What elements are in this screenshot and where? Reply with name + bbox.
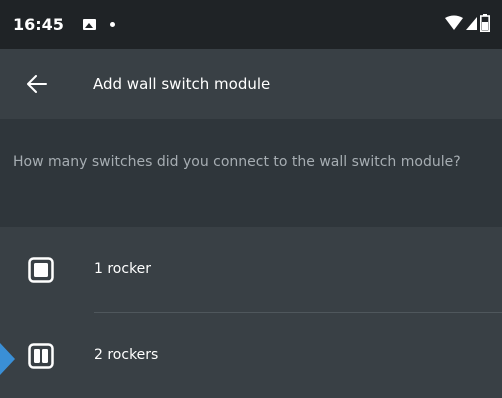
option-label: 1 rocker xyxy=(94,261,152,277)
option-2-rockers[interactable]: 2 rockers xyxy=(0,313,502,397)
option-label: 2 rockers xyxy=(94,347,159,363)
single-rocker-icon xyxy=(28,257,54,283)
image-notification-icon xyxy=(83,19,96,30)
status-time: 16:45 xyxy=(13,15,64,34)
back-button[interactable] xyxy=(22,69,52,99)
top-app-bar: Add wall switch module xyxy=(0,49,502,119)
pointer-hint-arrow-icon xyxy=(0,343,15,375)
screen: 16:45 Add wall switch module How many sw… xyxy=(0,0,502,398)
option-1-rocker[interactable]: 1 rocker xyxy=(0,227,502,311)
cell-signal-icon xyxy=(466,17,477,30)
status-bar: 16:45 xyxy=(0,0,502,49)
page-title: Add wall switch module xyxy=(93,75,271,93)
status-icons xyxy=(445,14,490,32)
double-rocker-icon xyxy=(28,343,54,369)
wifi-icon xyxy=(445,15,463,30)
battery-icon xyxy=(480,14,490,32)
options-list: 1 rocker 2 rockers xyxy=(0,227,502,398)
question-text: How many switches did you connect to the… xyxy=(13,154,461,170)
question-section: How many switches did you connect to the… xyxy=(0,119,502,227)
notification-dot-icon xyxy=(110,22,115,27)
arrow-left-icon xyxy=(27,75,47,93)
